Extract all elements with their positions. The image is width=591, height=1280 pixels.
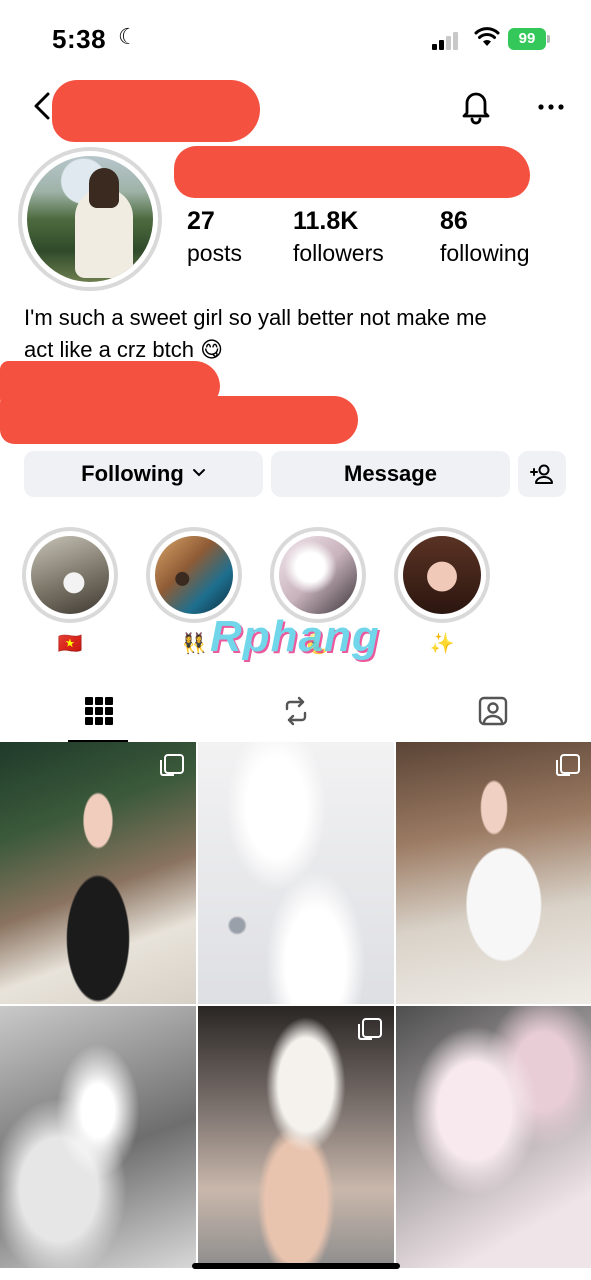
- story-highlight-1[interactable]: 🇻🇳: [22, 527, 118, 656]
- profile-nav-bar: [0, 80, 591, 142]
- following-count[interactable]: 86 following: [440, 206, 530, 270]
- profile-tabs: [0, 680, 591, 742]
- multi-photo-icon: [160, 754, 184, 776]
- highlight-label: ✨: [429, 633, 455, 655]
- posts-value: 27: [187, 207, 215, 235]
- profile-bio: I'm such a sweet girl so yall better not…: [24, 302, 579, 366]
- chevron-down-icon: [192, 465, 206, 483]
- more-options-icon[interactable]: [536, 86, 566, 126]
- post-thumbnail[interactable]: [0, 742, 196, 1004]
- posts-label: posts: [187, 240, 242, 266]
- suggest-users-button[interactable]: [518, 451, 566, 497]
- bell-icon[interactable]: [458, 86, 494, 126]
- redacted-username: [52, 80, 260, 142]
- tab-posts-grid[interactable]: [0, 680, 197, 742]
- following-button-label: Following: [81, 461, 184, 486]
- following-button[interactable]: Following: [24, 451, 263, 497]
- status-time: 5:38: [52, 24, 107, 54]
- following-value: 86: [440, 207, 468, 235]
- cellular-signal-icon: [432, 30, 464, 50]
- followers-label: followers: [293, 240, 384, 266]
- highlight-thumbnail: [403, 536, 481, 614]
- add-person-icon: [530, 464, 553, 484]
- post-thumbnail[interactable]: [396, 742, 591, 1004]
- bio-line-1: I'm such a sweet girl so yall better not…: [24, 305, 487, 330]
- post-grid: [0, 742, 591, 1280]
- status-bar: 5:38 ☾ 99: [0, 0, 591, 80]
- reels-remix-icon: [285, 696, 306, 726]
- redacted-display-name: [174, 146, 530, 198]
- posts-count: 27 posts: [187, 206, 242, 270]
- tab-tagged[interactable]: [394, 680, 591, 742]
- followers-value: 11.8K: [293, 207, 359, 235]
- battery-level: 99: [508, 28, 546, 50]
- message-button[interactable]: Message: [271, 451, 510, 497]
- avatar-image: [27, 156, 153, 282]
- profile-avatar[interactable]: [18, 147, 162, 291]
- watermark-logo: Rphang: [210, 612, 380, 661]
- highlight-label: 🇻🇳: [57, 633, 83, 655]
- followers-count[interactable]: 11.8K followers: [293, 206, 384, 270]
- focus-moon-icon: ☾: [118, 24, 138, 49]
- tab-reposts[interactable]: [197, 680, 394, 742]
- grid-icon: [84, 697, 113, 725]
- redacted-bio-link: [0, 396, 358, 444]
- battery-icon: 99: [508, 28, 550, 50]
- post-thumbnail[interactable]: [198, 1006, 394, 1268]
- multi-photo-icon: [556, 754, 580, 776]
- story-highlight-4[interactable]: ✨: [394, 527, 490, 656]
- home-indicator: [192, 1263, 400, 1269]
- wifi-icon: [474, 27, 500, 46]
- multi-photo-icon: [358, 1018, 382, 1040]
- message-button-label: Message: [344, 461, 437, 486]
- post-thumbnail[interactable]: [0, 1006, 196, 1268]
- highlight-thumbnail: [155, 536, 233, 614]
- highlight-thumbnail: [31, 536, 109, 614]
- post-thumbnail[interactable]: [396, 1006, 591, 1268]
- following-label: following: [440, 240, 530, 266]
- highlight-thumbnail: [279, 536, 357, 614]
- post-thumbnail[interactable]: [198, 742, 394, 1004]
- tagged-icon: [478, 696, 507, 726]
